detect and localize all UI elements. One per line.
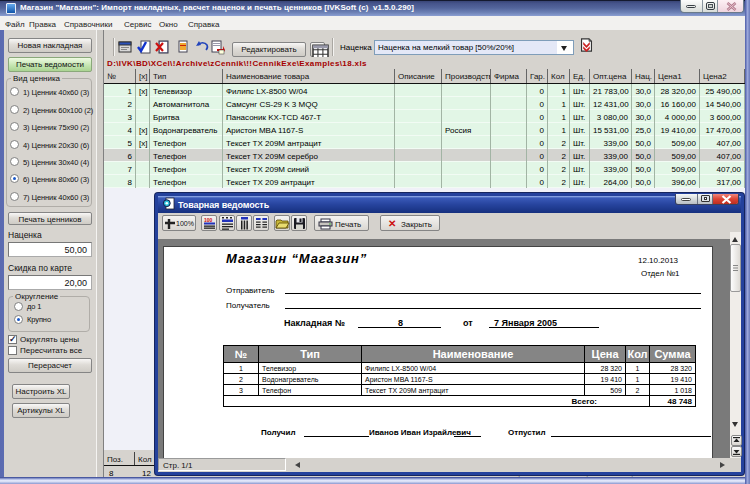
svg-text:100: 100 [204, 217, 213, 223]
